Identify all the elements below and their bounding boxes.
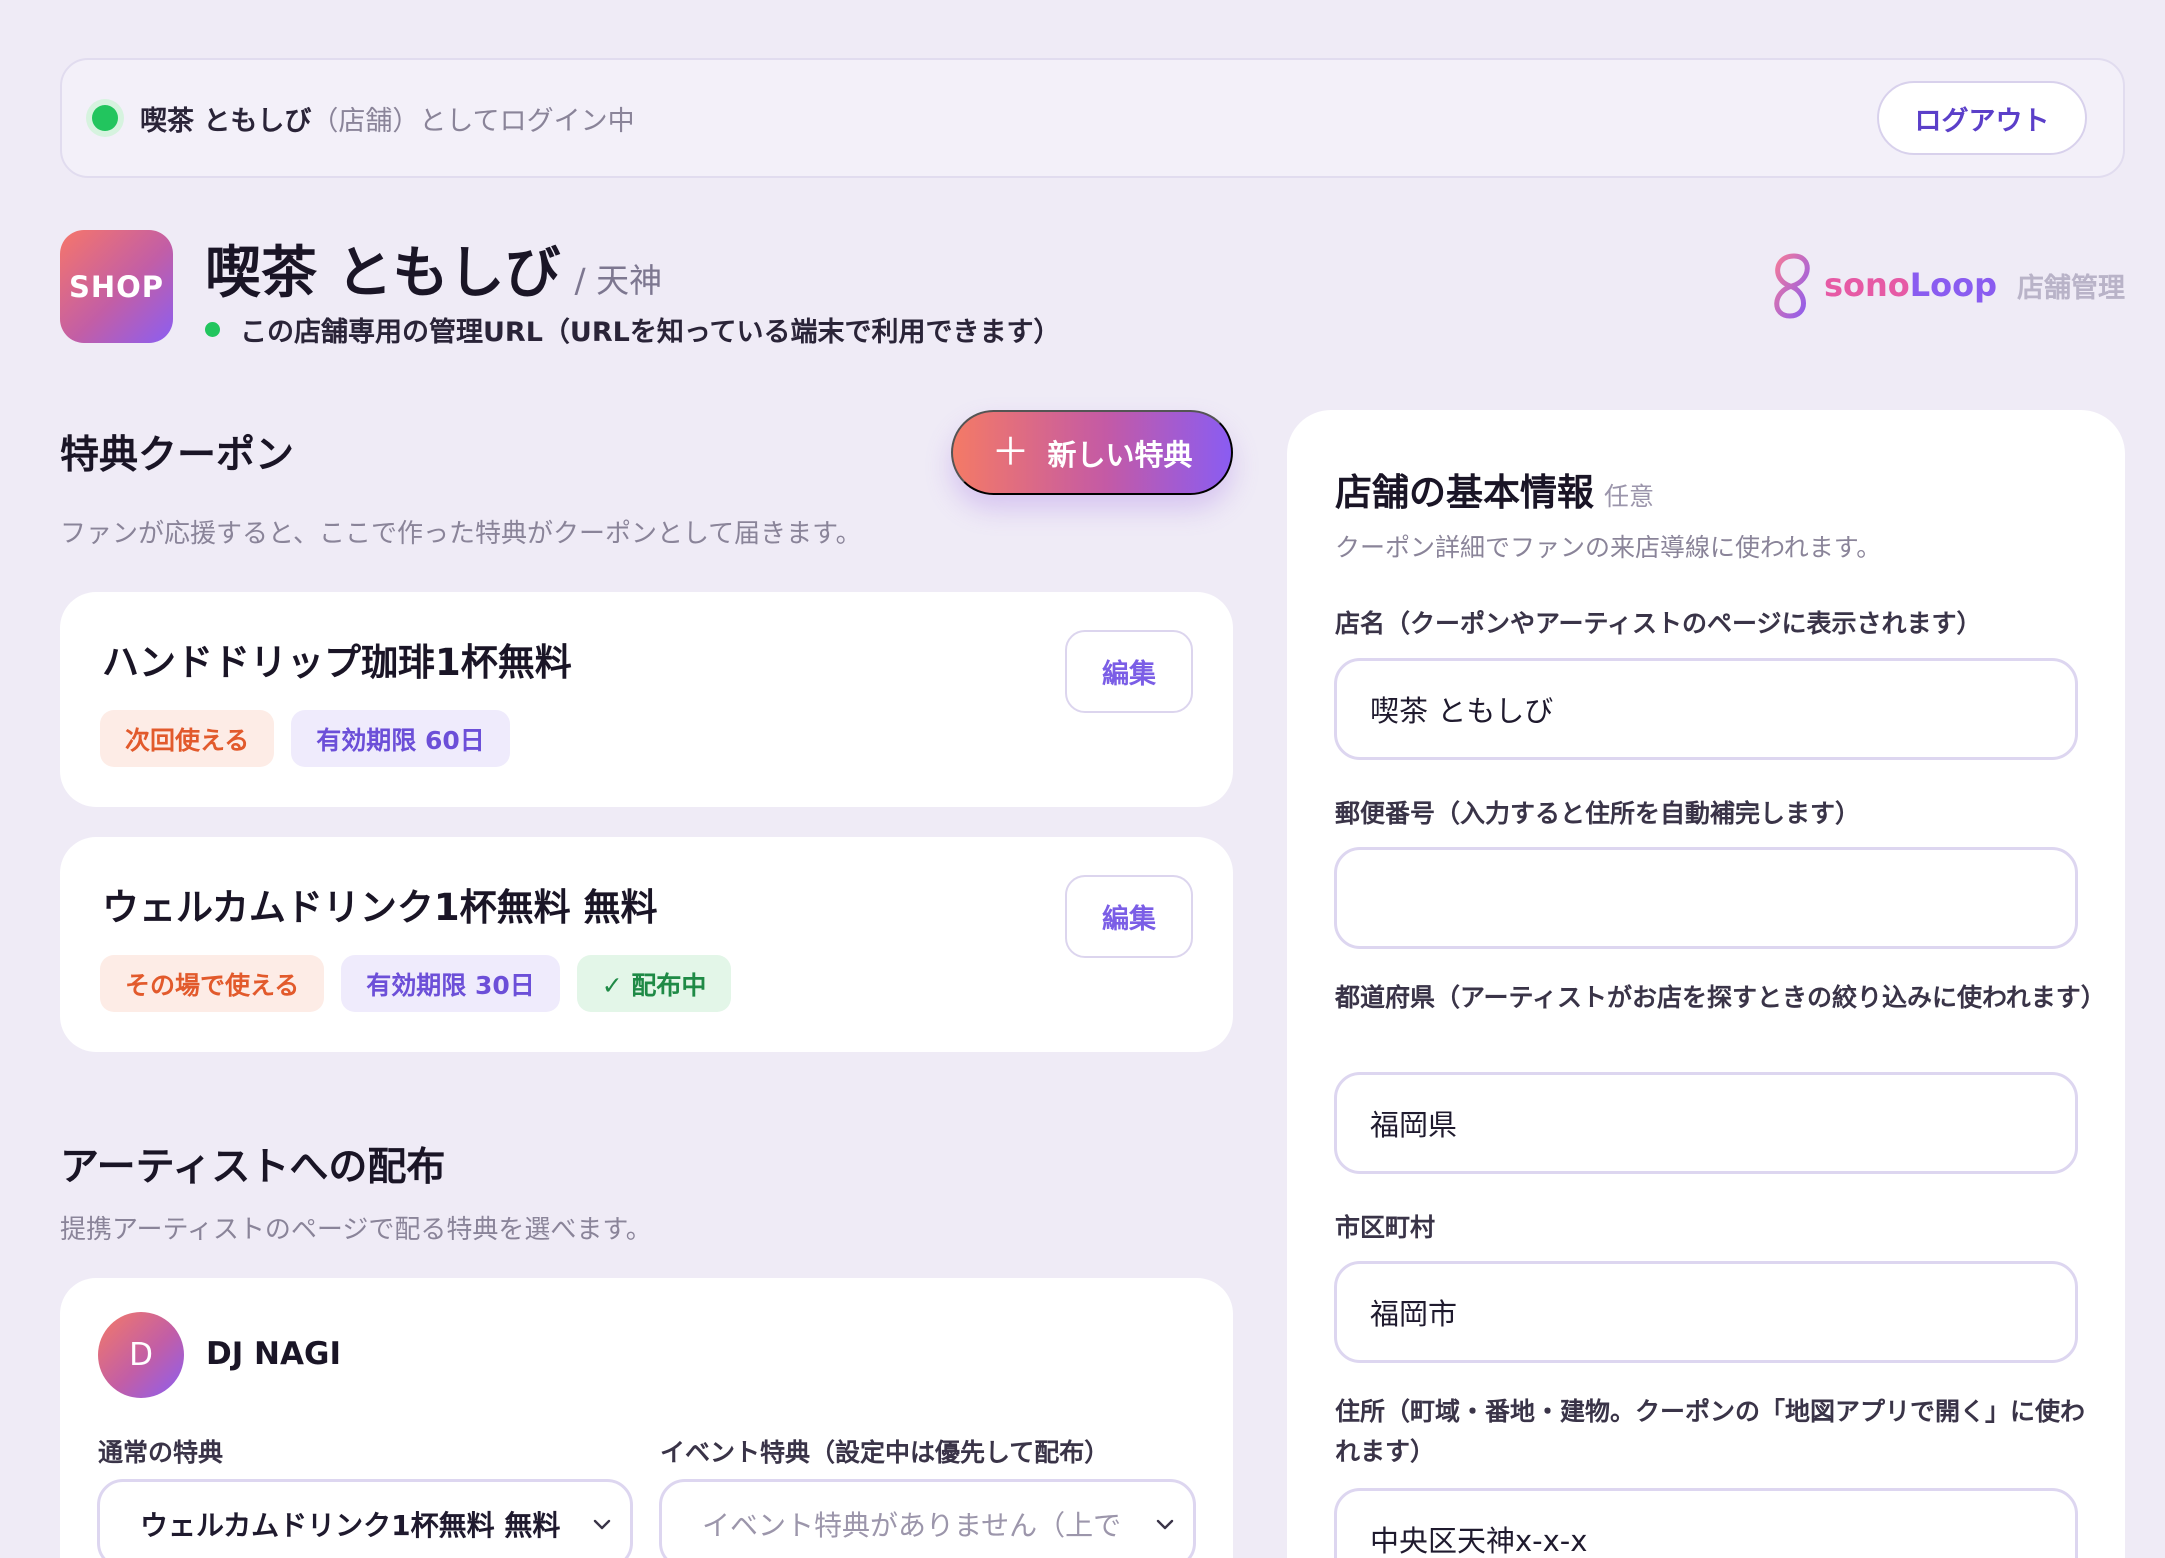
- new-coupon-button[interactable]: ＋ 新しい特典: [951, 410, 1233, 495]
- artist-name: DJ NAGI: [206, 1336, 341, 1372]
- address-label: 住所（町域・番地・建物。クーポンの「地図アプリで開く」に使われます）: [1335, 1397, 2086, 1466]
- optional-tag: 任意: [1604, 482, 1655, 511]
- brand-subtitle: 店舗管理: [2017, 272, 2125, 304]
- brand-loop: Loop: [1909, 266, 1997, 304]
- coupon-badges: その場で使える 有効期限 30日 ✓ 配布中: [100, 955, 732, 1012]
- distributing-badge: ✓ 配布中: [576, 955, 732, 1012]
- shop-name-field[interactable]: 喫茶 ともしび: [1334, 658, 2078, 760]
- login-shop-name: 喫茶 ともしび: [140, 105, 312, 137]
- usage-badge: その場で使える: [100, 955, 325, 1012]
- url-status-icon: [205, 322, 220, 337]
- normal-coupon-label: 通常の特典: [98, 1438, 224, 1467]
- login-status-bar: 喫茶 ともしび（店舗）としてログイン中 ログアウト: [60, 58, 2125, 178]
- admin-url-note: この店舗専用の管理URL（URLを知っている端末で利用できます）: [205, 310, 1061, 349]
- brand-name: sonoLoop: [1824, 266, 1997, 304]
- coupon-card: ウェルカムドリンク1杯無料 無料 その場で使える 有効期限 30日 ✓ 配布中 …: [60, 837, 1233, 1052]
- coupon-card: ハンドドリップ珈琲1杯無料 次回使える 有効期限 60日 編集: [60, 592, 1233, 807]
- artist-card: D DJ NAGI 通常の特典 ウェルカムドリンク1杯無料 無料 イベント特典（…: [60, 1278, 1233, 1558]
- coupon-title: ウェルカムドリンク1杯無料 無料: [102, 886, 658, 929]
- prefecture-label: 都道府県（アーティストがお店を探すときの絞り込みに使われます）: [1335, 983, 2106, 1012]
- coupon-badges: 次回使える 有効期限 60日: [100, 710, 510, 767]
- address-field[interactable]: 中央区天神x-x-x: [1334, 1488, 2078, 1558]
- plus-icon: ＋: [991, 431, 1030, 474]
- shop-info-title: 店舗の基本情報 任意: [1335, 462, 1654, 516]
- shop-area: / 天神: [574, 261, 663, 300]
- chevron-down-icon: [1156, 1519, 1174, 1530]
- usage-badge: 次回使える: [100, 710, 275, 767]
- event-coupon-select[interactable]: イベント特典がありません（上で: [659, 1479, 1196, 1558]
- coupons-section-description: ファンが応援すると、ここで作った特典がクーポンとして届きます。: [60, 519, 862, 549]
- shop-info-title-text: 店舗の基本情報: [1335, 471, 1594, 514]
- edit-coupon-button[interactable]: 編集: [1065, 875, 1193, 958]
- login-suffix: （店舗）としてログイン中: [311, 105, 635, 137]
- normal-coupon-value: ウェルカムドリンク1杯無料 無料: [140, 1509, 561, 1542]
- loop-logo-icon: [1774, 253, 1810, 319]
- validity-badge: 有効期限 30日: [341, 955, 560, 1012]
- distribution-section-title: アーティストへの配布: [60, 1145, 446, 1190]
- page-title: 喫茶 ともしび / 天神: [205, 228, 662, 309]
- postal-code-field[interactable]: [1334, 847, 2078, 949]
- validity-badge: 有効期限 60日: [291, 710, 510, 767]
- brand-logo: sonoLoop 店舗管理: [1764, 246, 2125, 324]
- admin-url-text: この店舗専用の管理URL（URLを知っている端末で利用できます）: [240, 317, 1061, 348]
- logout-button[interactable]: ログアウト: [1877, 81, 2087, 155]
- brand-sono: sono: [1823, 266, 1910, 304]
- shop-info-description: クーポン詳細でファンの来店導線に使われます。: [1335, 533, 1882, 562]
- shop-name-label: 店名（クーポンやアーティストのページに表示されます）: [1335, 609, 1982, 638]
- coupon-title: ハンドドリップ珈琲1杯無料: [102, 641, 572, 684]
- distribution-section-description: 提携アーティストのページで配る特典を選べます。: [60, 1215, 652, 1245]
- edit-coupon-button[interactable]: 編集: [1065, 630, 1193, 713]
- normal-coupon-select[interactable]: ウェルカムドリンク1杯無料 無料: [97, 1479, 633, 1558]
- event-coupon-value: イベント特典がありません（上で: [702, 1509, 1122, 1542]
- shop-name: 喫茶 ともしび: [205, 241, 561, 306]
- postal-code-label: 郵便番号（入力すると住所を自動補完します）: [1335, 799, 1861, 828]
- avatar: D: [98, 1312, 184, 1398]
- online-status-icon: [92, 105, 118, 131]
- login-status-text: 喫茶 ともしび（店舗）としてログイン中: [140, 99, 635, 138]
- city-field[interactable]: 福岡市: [1334, 1261, 2078, 1363]
- new-coupon-label: 新しい特典: [1047, 439, 1193, 472]
- prefecture-field[interactable]: 福岡県: [1334, 1072, 2078, 1174]
- city-label: 市区町村: [1335, 1213, 1436, 1242]
- chevron-down-icon: [593, 1519, 611, 1530]
- event-coupon-label: イベント特典（設定中は優先して配布）: [660, 1438, 1110, 1467]
- coupons-section-title: 特典クーポン: [60, 433, 295, 478]
- shop-info-panel: 店舗の基本情報 任意 クーポン詳細でファンの来店導線に使われます。 店名（クーポン…: [1287, 410, 2125, 1558]
- shop-logo: SHOP: [60, 230, 173, 343]
